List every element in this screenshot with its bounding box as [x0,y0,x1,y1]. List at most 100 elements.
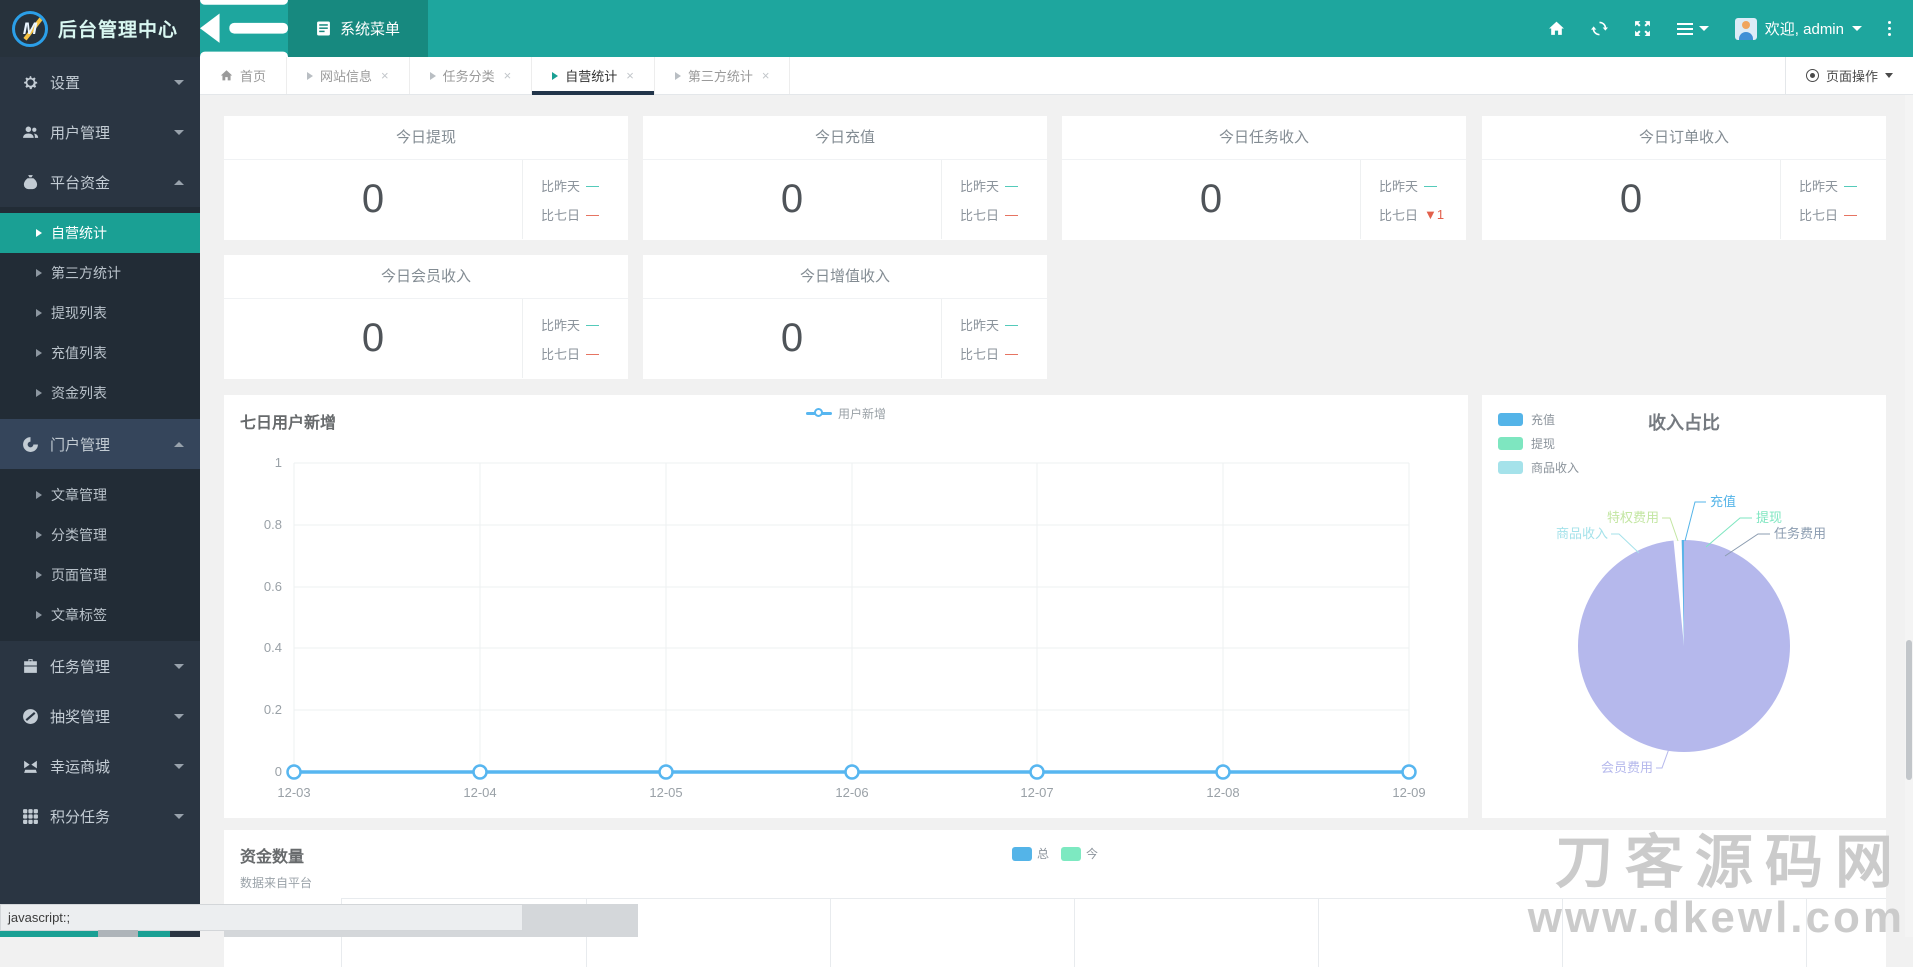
sidebar-item-platform-funds[interactable]: 平台资金 [0,157,200,207]
subitem-label: 自营统计 [51,225,107,241]
sidebar-item-user-management[interactable]: 用户管理 [0,107,200,157]
legend-label: 总 [1036,847,1049,861]
funds-title: 资金数量 [240,849,305,866]
legend-item-withdraw[interactable]: 提现 [1498,435,1579,452]
avatar [1734,17,1757,40]
sidebar-item-settings[interactable]: 设置 [0,57,200,107]
delta-value: — [1005,177,1019,193]
sidebar-item-lucky-mall[interactable]: 幸运商城 [0,741,200,791]
chevron-up-icon [174,179,184,185]
system-menu-label: 系统菜单 [340,21,401,38]
close-icon[interactable]: × [504,68,512,83]
vertical-scrollbar-track[interactable] [1905,95,1913,937]
sidebar-subitem-article-tags[interactable]: 文章标签 [0,595,200,635]
browser-status-tooltip: javascript:; [0,904,523,931]
y-tick: 0.2 [264,702,282,717]
legend-swatch [1061,846,1081,861]
compare-label: 比七日 [541,346,581,362]
data-point[interactable] [286,764,302,780]
x-tick: 12-09 [1392,785,1425,800]
app-logo[interactable]: M 后台管理中心 [0,0,200,57]
compare-label: 比昨天 [1799,178,1839,194]
data-point[interactable] [1029,764,1045,780]
sidebar-subitem-category-management[interactable]: 分类管理 [0,515,200,555]
fullscreen-button[interactable] [1634,20,1651,37]
submenu-platform-funds: 自营统计 第三方统计 提现列表 充值列表 资金列表 [0,207,200,419]
app-title: 后台管理中心 [58,20,179,41]
submenu-portal-management: 文章管理 分类管理 页面管理 文章标签 [0,469,200,641]
sidebar-item-points-task[interactable]: 积分任务 [0,791,200,841]
x-tick: 12-03 [277,785,310,800]
page-operations-button[interactable]: 页面操作 [1784,57,1913,94]
pie-chart-card: 收入占比 充值 提现 商品收入 充值 提现 任务费用 特权费用 商品收入 会员费… [1482,395,1886,818]
pie-label-task-fee: 任务费用 [1774,526,1826,541]
home-button[interactable] [1548,20,1565,37]
sidebar-toggle-button[interactable] [200,0,288,63]
leader-line [1662,517,1679,542]
delta-value: — [586,316,600,332]
stat-card-withdraw-today: 今日提现 0 比昨天 — 比七日 — [224,116,628,240]
data-point[interactable] [472,764,488,780]
tab-home[interactable]: 首页 [200,57,288,94]
y-tick: 0.6 [264,579,282,594]
sidebar-item-task-management[interactable]: 任务管理 [0,641,200,691]
funds-subtitle: 数据来自平台 [240,876,313,890]
more-options-button[interactable] [1888,21,1891,36]
legend-item-goods-income[interactable]: 商品收入 [1498,459,1579,476]
horizontal-scrollbar-thumb[interactable] [98,930,138,937]
stat-title: 今日会员收入 [224,255,628,299]
caret-right-icon [36,611,42,619]
sidebar-subitem-page-management[interactable]: 页面管理 [0,555,200,595]
user-menu[interactable]: 欢迎, admin [1734,17,1862,40]
subitem-label: 文章标签 [51,607,107,623]
legend-item-total[interactable]: 总 [1011,845,1049,862]
refresh-button[interactable] [1590,20,1608,37]
legend-item-today[interactable]: 今 [1061,845,1098,862]
home-icon [220,70,233,81]
pie-label-withdraw: 提现 [1756,510,1782,525]
caret-right-icon [36,269,42,277]
system-menu-tab[interactable]: 系统菜单 [288,0,429,57]
line-chart-plot: 1 0.8 0.6 0.4 0.2 0 12-03 12-04 12-05 12… [264,455,1426,800]
logo-icon: M [12,10,48,47]
top-header: 系统菜单 欢迎, admin [200,0,1913,63]
close-icon[interactable]: × [381,68,389,83]
gear-icon [24,75,38,89]
delta-value: — [586,206,600,222]
tab-third-party-stats[interactable]: 第三方统计 × [655,57,791,94]
grid-icon [23,808,38,824]
tab-self-stats[interactable]: 自营统计 × [532,57,655,95]
sidebar-subitem-third-party-stats[interactable]: 第三方统计 [0,253,200,293]
data-point[interactable] [1401,764,1417,780]
legend-item-recharge[interactable]: 充值 [1498,411,1579,428]
data-point[interactable] [844,764,860,780]
data-point[interactable] [1215,764,1231,780]
vertical-scrollbar-thumb[interactable] [1906,640,1912,780]
delta-value: — [1844,177,1858,193]
compare-label: 比昨天 [541,317,581,333]
sidebar-item-lottery-management[interactable]: 抽奖管理 [0,691,200,741]
sidebar-subitem-recharge-list[interactable]: 充值列表 [0,333,200,373]
tab-task-category[interactable]: 任务分类 × [410,57,533,94]
moneybag-icon [23,174,38,189]
compare-label: 比七日 [541,207,581,223]
sidebar-subitem-funds-list[interactable]: 资金列表 [0,373,200,413]
close-icon[interactable]: × [626,68,634,83]
data-point[interactable] [658,764,674,780]
tab-site-info[interactable]: 网站信息 × [287,57,410,94]
stat-title: 今日任务收入 [1062,116,1466,160]
legend-label: 用户新增 [837,407,887,421]
close-icon[interactable]: × [762,68,770,83]
y-tick: 0.8 [264,517,282,532]
delta-value: — [1005,316,1019,332]
sidebar-subitem-self-stats[interactable]: 自营统计 [0,213,200,253]
sidebar-item-portal-management[interactable]: 门户管理 [0,419,200,469]
sidebar-subitem-withdraw-list[interactable]: 提现列表 [0,293,200,333]
legend-swatch [1498,461,1523,474]
compare-label: 比昨天 [960,317,1000,333]
legend-swatch [1498,413,1523,426]
stat-title: 今日充值 [643,116,1047,160]
quick-menu-button[interactable] [1676,22,1709,35]
sidebar-subitem-article-management[interactable]: 文章管理 [0,475,200,515]
line-chart-legend[interactable]: 用户新增 [805,405,887,422]
